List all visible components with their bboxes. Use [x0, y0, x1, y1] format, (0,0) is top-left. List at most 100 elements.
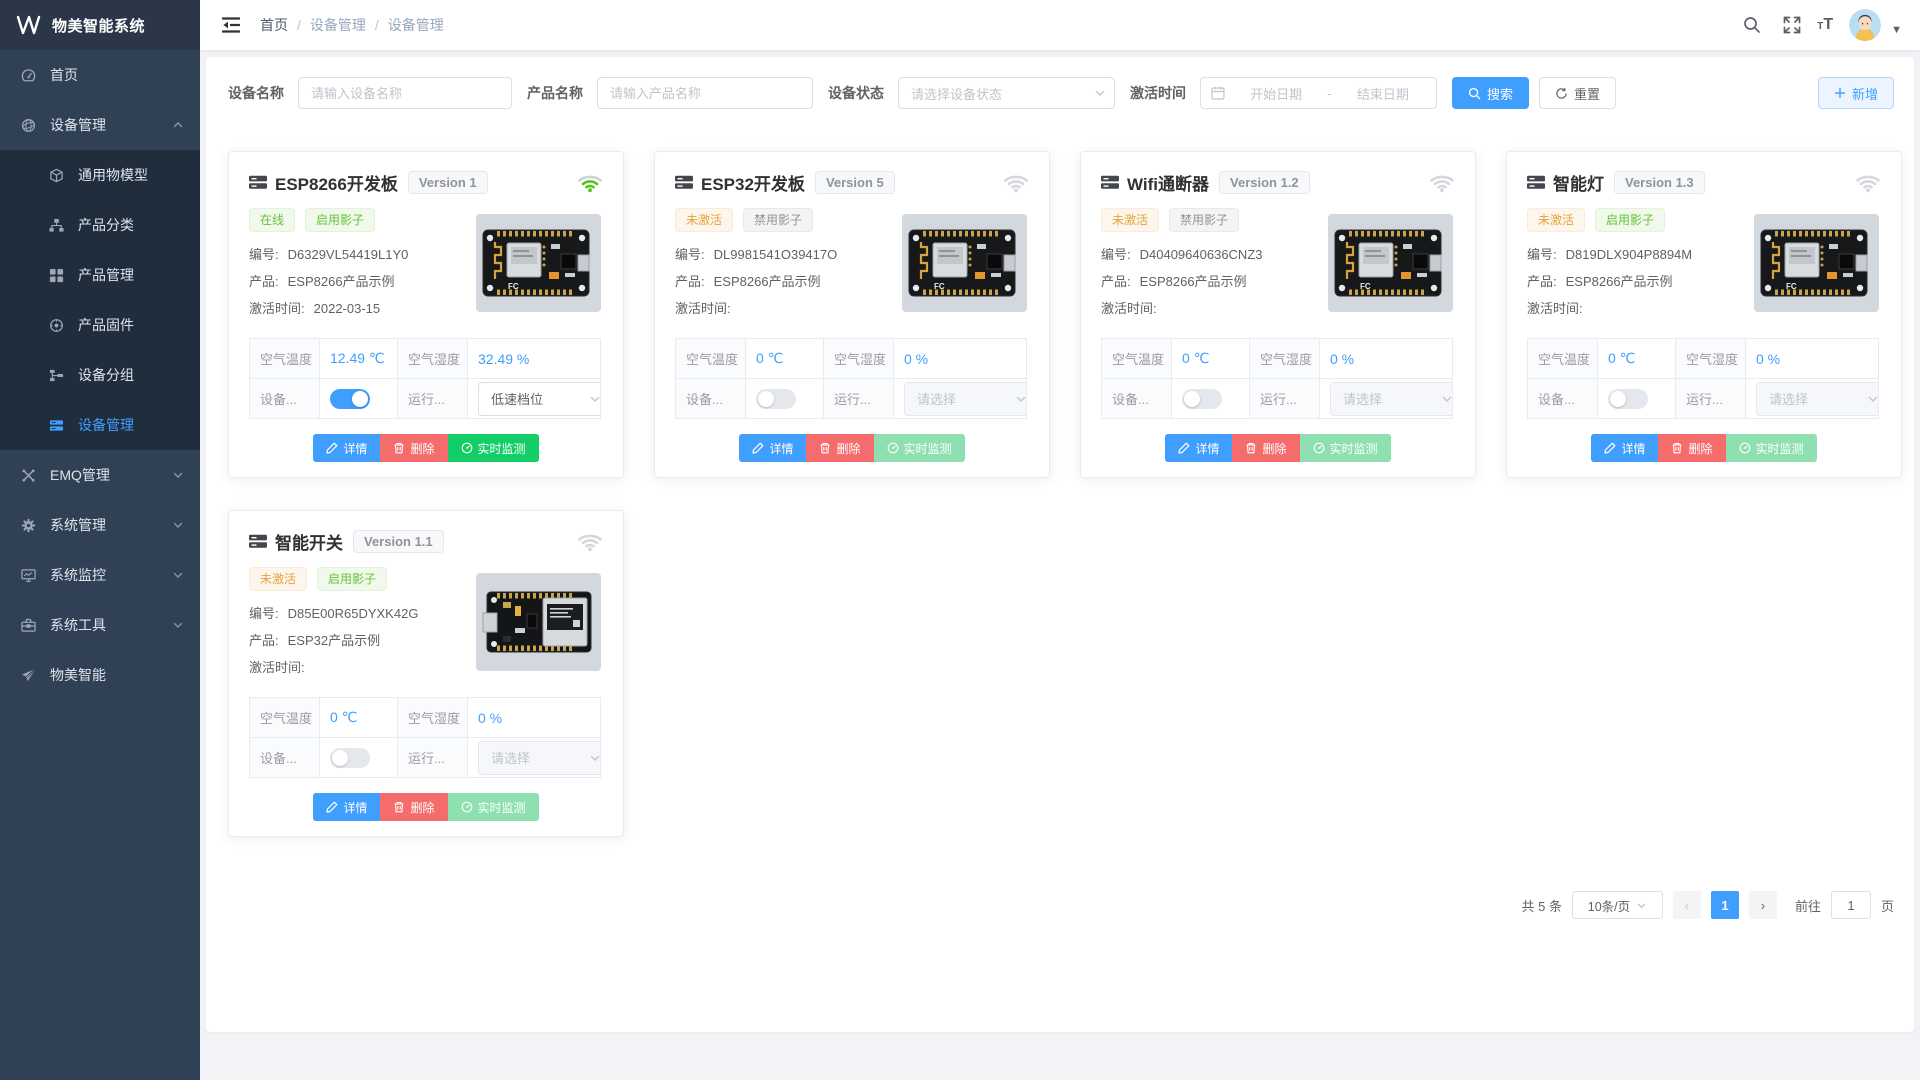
card-header: 智能灯Version 1.3 [1527, 170, 1881, 195]
delete-button[interactable]: 删除 [380, 434, 447, 462]
sidebar-item-thing-model[interactable]: 通用物模型 [0, 150, 200, 200]
add-button[interactable]: 新增 [1818, 77, 1894, 109]
svg-text:FC: FC [934, 282, 945, 291]
detail-button[interactable]: 详情 [313, 434, 380, 462]
sidebar-item-product-firmware[interactable]: 产品固件 [0, 300, 200, 350]
delete-button[interactable]: 删除 [380, 793, 447, 821]
reset-button[interactable]: 重置 [1539, 77, 1616, 109]
goto-page-input[interactable] [1831, 891, 1871, 919]
product-value: ESP8266产品示例 [1566, 274, 1673, 289]
detail-button[interactable]: 详情 [1591, 434, 1658, 462]
detail-button[interactable]: 详情 [1165, 434, 1232, 462]
detail-button[interactable]: 详情 [313, 793, 380, 821]
sidebar-fold-icon[interactable] [218, 13, 244, 37]
sidebar-item-system-management[interactable]: 系统管理 [0, 500, 200, 550]
filter-active-time: 激活时间 开始日期 - 结束日期 [1130, 77, 1437, 109]
app-title: 物美智能系统 [52, 15, 145, 36]
device-switch-toggle[interactable] [330, 389, 370, 409]
avatar[interactable] [1849, 9, 1881, 41]
sidebar-item-product-management[interactable]: 产品管理 [0, 250, 200, 300]
cube-icon [48, 167, 64, 183]
serial-label: 编号: [249, 606, 279, 621]
device-image: FC [1754, 214, 1879, 312]
serial-value: D6329VL54419L1Y0 [288, 247, 409, 262]
page-size-select[interactable]: 10条/页 [1572, 891, 1663, 919]
device-icon [675, 175, 693, 190]
sidebar-item-product-category[interactable]: 产品分类 [0, 200, 200, 250]
device-switch-toggle[interactable] [756, 389, 796, 409]
sidebar-item-device-list[interactable]: 设备管理 [0, 400, 200, 450]
status-tag: 禁用影子 [1169, 208, 1239, 232]
breadcrumb-device-management[interactable]: 设备管理 [310, 15, 366, 35]
serial-label: 编号: [675, 247, 705, 262]
run-mode-select[interactable]: 低速档位 [478, 382, 601, 416]
monitor-button[interactable]: 实时监测 [448, 434, 539, 462]
device-switch-toggle[interactable] [330, 748, 370, 768]
top-navbar: 首页 / 设备管理 / 设备管理 TT ▼ [200, 0, 1920, 50]
temperature-label: 空气温度 [676, 339, 746, 379]
card-actions: 详情删除实时监测 [249, 793, 603, 821]
product-name-input[interactable] [597, 77, 813, 109]
search-button[interactable]: 搜索 [1452, 77, 1529, 109]
detail-button[interactable]: 详情 [739, 434, 806, 462]
device-switch-label: 设备... [250, 738, 320, 778]
sidebar-item-label: 首页 [50, 65, 78, 85]
temperature-label: 空气温度 [1528, 339, 1598, 379]
device-icon [1101, 175, 1119, 190]
device-name-label: 设备名称 [228, 83, 284, 103]
humidity-label: 空气湿度 [1676, 339, 1746, 379]
chevron-down-icon[interactable]: ▼ [1891, 24, 1902, 36]
next-page-button[interactable]: › [1749, 891, 1777, 919]
humidity-label: 空气湿度 [824, 339, 894, 379]
device-name: ESP32开发板 [701, 170, 805, 195]
device-card: 智能开关Version 1.1未激活启用影子编号:D85E00R65DYXK42… [228, 510, 624, 837]
device-switch-toggle[interactable] [1608, 389, 1648, 409]
device-switch-toggle[interactable] [1182, 389, 1222, 409]
app-logo: 物美智能系统 [0, 0, 200, 50]
device-switch-label: 设备... [676, 379, 746, 419]
card-actions: 详情删除实时监测 [675, 434, 1029, 462]
sidebar-item-wumei-smart[interactable]: 物美智能 [0, 650, 200, 700]
device-switch-label: 设备... [250, 379, 320, 419]
sidebar-item-system-tools[interactable]: 系统工具 [0, 600, 200, 650]
prev-page-button[interactable]: ‹ [1673, 891, 1701, 919]
delete-button[interactable]: 删除 [1232, 434, 1299, 462]
device-card: ESP8266开发板Version 1在线启用影子编号:D6329VL54419… [228, 151, 624, 478]
delete-button[interactable]: 删除 [1658, 434, 1725, 462]
device-status-select[interactable]: 请选择设备状态 [898, 77, 1115, 109]
device-switch-label: 设备... [1528, 379, 1598, 419]
device-name-input[interactable] [298, 77, 512, 109]
font-size-icon[interactable]: TT [1817, 16, 1833, 34]
current-page[interactable]: 1 [1711, 891, 1739, 919]
device-image [476, 573, 601, 671]
product-value: ESP8266产品示例 [288, 274, 395, 289]
sidebar-item-emq-management[interactable]: EMQ管理 [0, 450, 200, 500]
temperature-value: 0 ℃ [320, 698, 398, 738]
product-value: ESP32产品示例 [288, 633, 380, 648]
fullscreen-icon[interactable] [1777, 10, 1807, 40]
sidebar-item-device-group[interactable]: 设备分组 [0, 350, 200, 400]
end-date-placeholder: 结束日期 [1340, 84, 1426, 103]
card-header: ESP32开发板Version 5 [675, 170, 1029, 195]
activation-label: 激活时间: [675, 301, 731, 316]
date-range-picker[interactable]: 开始日期 - 结束日期 [1200, 77, 1437, 109]
product-label: 产品: [1101, 274, 1131, 289]
content-panel: 设备名称 产品名称 设备状态 请选择设备状态 激活时间 [206, 57, 1914, 1032]
group-icon [48, 367, 64, 383]
delete-button[interactable]: 删除 [806, 434, 873, 462]
run-mode-label: 运行... [824, 379, 894, 419]
sidebar-item-system-monitor[interactable]: 系统监控 [0, 550, 200, 600]
breadcrumb-home[interactable]: 首页 [260, 15, 288, 35]
serial-value: D819DLX904P8894M [1566, 247, 1692, 262]
sidebar-item-device-management[interactable]: 设备管理 [0, 100, 200, 150]
run-mode-select: 请选择 [478, 741, 601, 775]
wifi-status-icon [1429, 173, 1455, 193]
temperature-label: 空气温度 [250, 698, 320, 738]
device-name: ESP8266开发板 [275, 170, 398, 195]
humidity-value: 32.49 % [468, 339, 601, 379]
filter-device-status: 设备状态 请选择设备状态 [828, 77, 1115, 109]
filter-device-name: 设备名称 [228, 77, 512, 109]
search-icon[interactable] [1737, 10, 1767, 40]
gear-icon [20, 517, 36, 533]
sidebar-item-home[interactable]: 首页 [0, 50, 200, 100]
